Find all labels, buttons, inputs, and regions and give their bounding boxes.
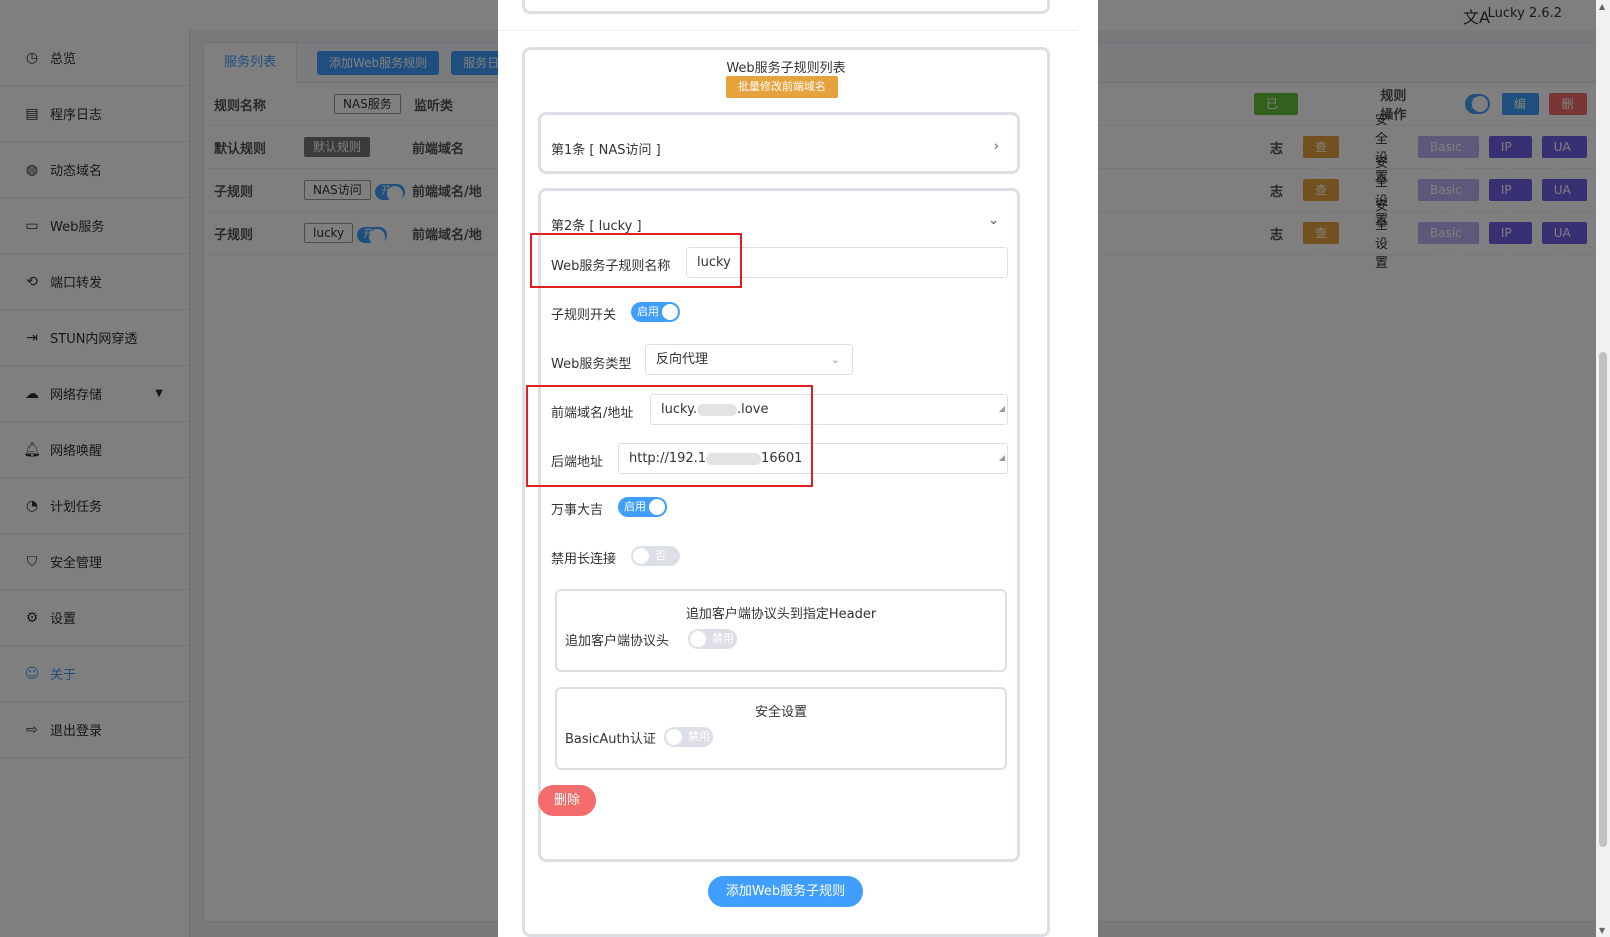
- delete-sub-rule-button[interactable]: 删除: [538, 785, 596, 816]
- add-sub-rule-button[interactable]: 添加Web服务子规则: [708, 876, 863, 907]
- scroll-down-icon[interactable]: ▼: [1599, 926, 1605, 935]
- sub-rule-item-1-title: 第1条 [ NAS访问 ]: [551, 143, 661, 158]
- client-header-title: 追加客户端协议头到指定Header: [685, 607, 877, 622]
- scroll-up-icon[interactable]: ▲: [1599, 2, 1605, 11]
- highlight-box: [530, 233, 742, 288]
- web-service-type-label: Web服务类型: [551, 357, 632, 372]
- scrollbar-thumb[interactable]: [1599, 352, 1607, 847]
- wanshi-switch[interactable]: 启用: [618, 497, 667, 517]
- sub-rule-switch[interactable]: 启用: [631, 302, 680, 322]
- security-settings-title: 安全设置: [754, 705, 807, 720]
- web-service-type-select[interactable]: 反向代理 ⌄: [645, 344, 853, 375]
- basic-auth-label: BasicAuth认证: [565, 732, 656, 747]
- client-header-label: 追加客户端协议头: [565, 634, 670, 649]
- security-settings-box: 安全设置 BasicAuth认证 禁用: [555, 687, 1007, 770]
- chevron-down-icon[interactable]: ⌄: [988, 213, 999, 228]
- client-header-box: 追加客户端协议头到指定Header 追加客户端协议头 禁用: [555, 589, 1007, 672]
- wanshi-label: 万事大吉: [551, 503, 604, 518]
- chevron-down-icon: ⌄: [830, 353, 840, 366]
- sub-rule-item-2-title: 第2条 [ lucky ]: [551, 219, 642, 234]
- previous-section-box: [522, 0, 1050, 14]
- client-header-switch[interactable]: 禁用: [688, 629, 737, 649]
- disable-keepalive-label: 禁用长连接: [551, 552, 617, 567]
- disable-keepalive-switch[interactable]: 否: [631, 546, 680, 566]
- divider: [498, 30, 1078, 31]
- chevron-right-icon[interactable]: ›: [994, 139, 999, 154]
- sub-rules-list: Web服务子规则列表 批量修改前端域名 第1条 [ NAS访问 ] › 第2条 …: [522, 47, 1050, 937]
- highlight-box: [526, 385, 813, 487]
- sub-rule-item-1[interactable]: 第1条 [ NAS访问 ] ›: [538, 112, 1020, 174]
- sub-rule-item-2: 第2条 [ lucky ] ⌄ Web服务子规则名称 lucky 子规则开关 启…: [538, 188, 1020, 862]
- resize-handle-icon[interactable]: ◢: [999, 394, 1005, 423]
- basic-auth-switch[interactable]: 禁用: [664, 727, 713, 747]
- resize-handle-icon[interactable]: ◢: [999, 443, 1005, 472]
- edit-rule-dialog: Web服务子规则列表 批量修改前端域名 第1条 [ NAS访问 ] › 第2条 …: [498, 0, 1098, 937]
- sub-rule-switch-label: 子规则开关: [551, 308, 617, 323]
- batch-edit-domain-button[interactable]: 批量修改前端域名: [726, 76, 838, 98]
- scrollbar[interactable]: ▲ ▼: [1596, 0, 1610, 937]
- sub-rules-title: Web服务子规则列表: [726, 61, 846, 76]
